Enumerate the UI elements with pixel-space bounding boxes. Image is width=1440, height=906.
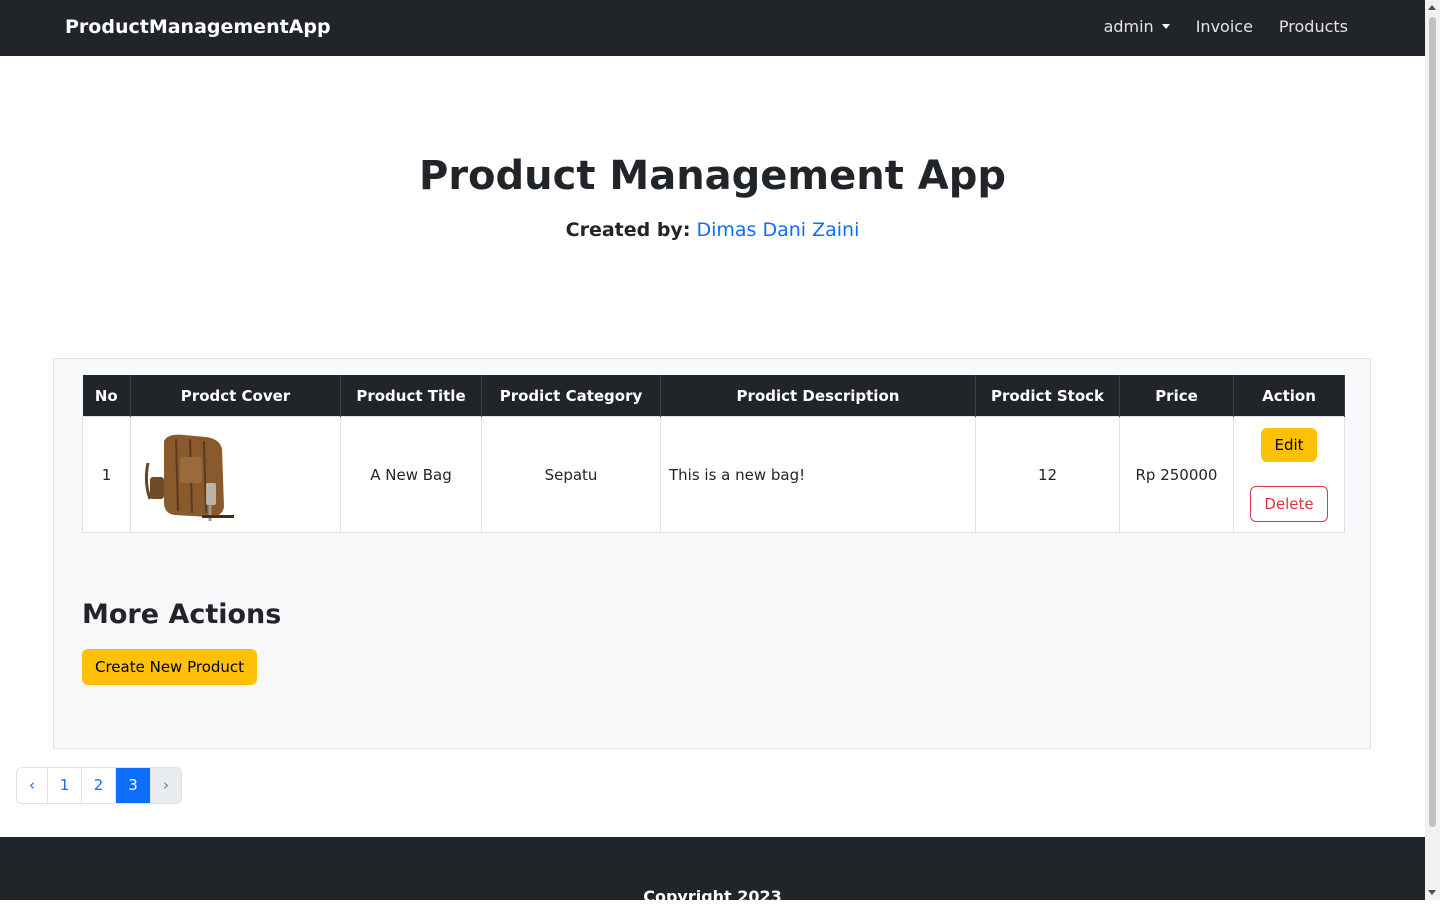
pagination-page-2[interactable]: 2: [82, 768, 116, 803]
footer: Copyright 2023: [0, 837, 1425, 906]
pagination-page-3[interactable]: 3: [116, 768, 151, 803]
copyright-text: Copyright 2023: [643, 887, 782, 906]
brown-bag-image: [140, 426, 236, 523]
scroll-down-icon[interactable]: [1428, 890, 1436, 895]
navbar-brand[interactable]: ProductManagementApp: [65, 16, 331, 38]
cell-category: Sepatu: [481, 416, 661, 533]
header-no: No: [82, 375, 131, 417]
nav-link-products[interactable]: Products: [1279, 17, 1348, 36]
table-header-row: No Prodct Cover Product Title Prodict Ca…: [82, 375, 1345, 417]
page-title: Product Management App: [419, 153, 1006, 199]
cell-description: This is a new bag!: [660, 416, 976, 533]
created-by: Created by: Dimas Dani Zaini: [0, 219, 1425, 241]
scrollbar-thumb[interactable]: [1429, 17, 1436, 827]
cell-action: Edit Delete: [1233, 416, 1345, 533]
header-action: Action: [1233, 375, 1345, 417]
user-menu-dropdown[interactable]: admin: [1104, 17, 1170, 36]
header-title: Product Title: [340, 375, 482, 417]
delete-button[interactable]: Delete: [1250, 485, 1328, 522]
caret-down-icon: [1161, 24, 1170, 29]
pagination: ‹ 1 2 3 ›: [16, 767, 182, 804]
nav-items: admin Invoice Products: [1104, 17, 1348, 36]
nav-link-invoice[interactable]: Invoice: [1196, 17, 1253, 36]
pagination-next[interactable]: ›: [151, 768, 181, 803]
header-stock: Prodict Stock: [975, 375, 1120, 417]
navbar: ProductManagementApp admin Invoice Produ…: [0, 0, 1425, 56]
products-table: No Prodct Cover Product Title Prodict Ca…: [82, 375, 1345, 533]
cell-price: Rp 250000: [1119, 416, 1234, 533]
cell-cover: [130, 416, 341, 533]
header-category: Prodict Category: [481, 375, 661, 417]
author-link[interactable]: Dimas Dani Zaini: [696, 219, 859, 241]
scroll-up-icon[interactable]: [1428, 5, 1436, 10]
header-price: Price: [1119, 375, 1234, 417]
header-cover: Prodct Cover: [130, 375, 341, 417]
more-actions-title: More Actions: [82, 599, 282, 630]
create-product-button[interactable]: Create New Product: [82, 649, 258, 685]
cell-title: A New Bag: [340, 416, 482, 533]
header-description: Prodict Description: [660, 375, 976, 417]
pagination-prev[interactable]: ‹: [17, 768, 48, 803]
table-row: 1 A New Bag Sepatu This is a new bag! 12…: [82, 416, 1345, 533]
cell-stock: 12: [975, 416, 1120, 533]
pagination-page-1[interactable]: 1: [48, 768, 82, 803]
user-menu-label: admin: [1103, 17, 1154, 36]
page-scrollbar[interactable]: [1425, 0, 1440, 900]
edit-button[interactable]: Edit: [1261, 427, 1317, 462]
products-card: No Prodct Cover Product Title Prodict Ca…: [53, 358, 1371, 749]
created-by-label: Created by:: [565, 219, 691, 241]
cell-no: 1: [82, 416, 131, 533]
